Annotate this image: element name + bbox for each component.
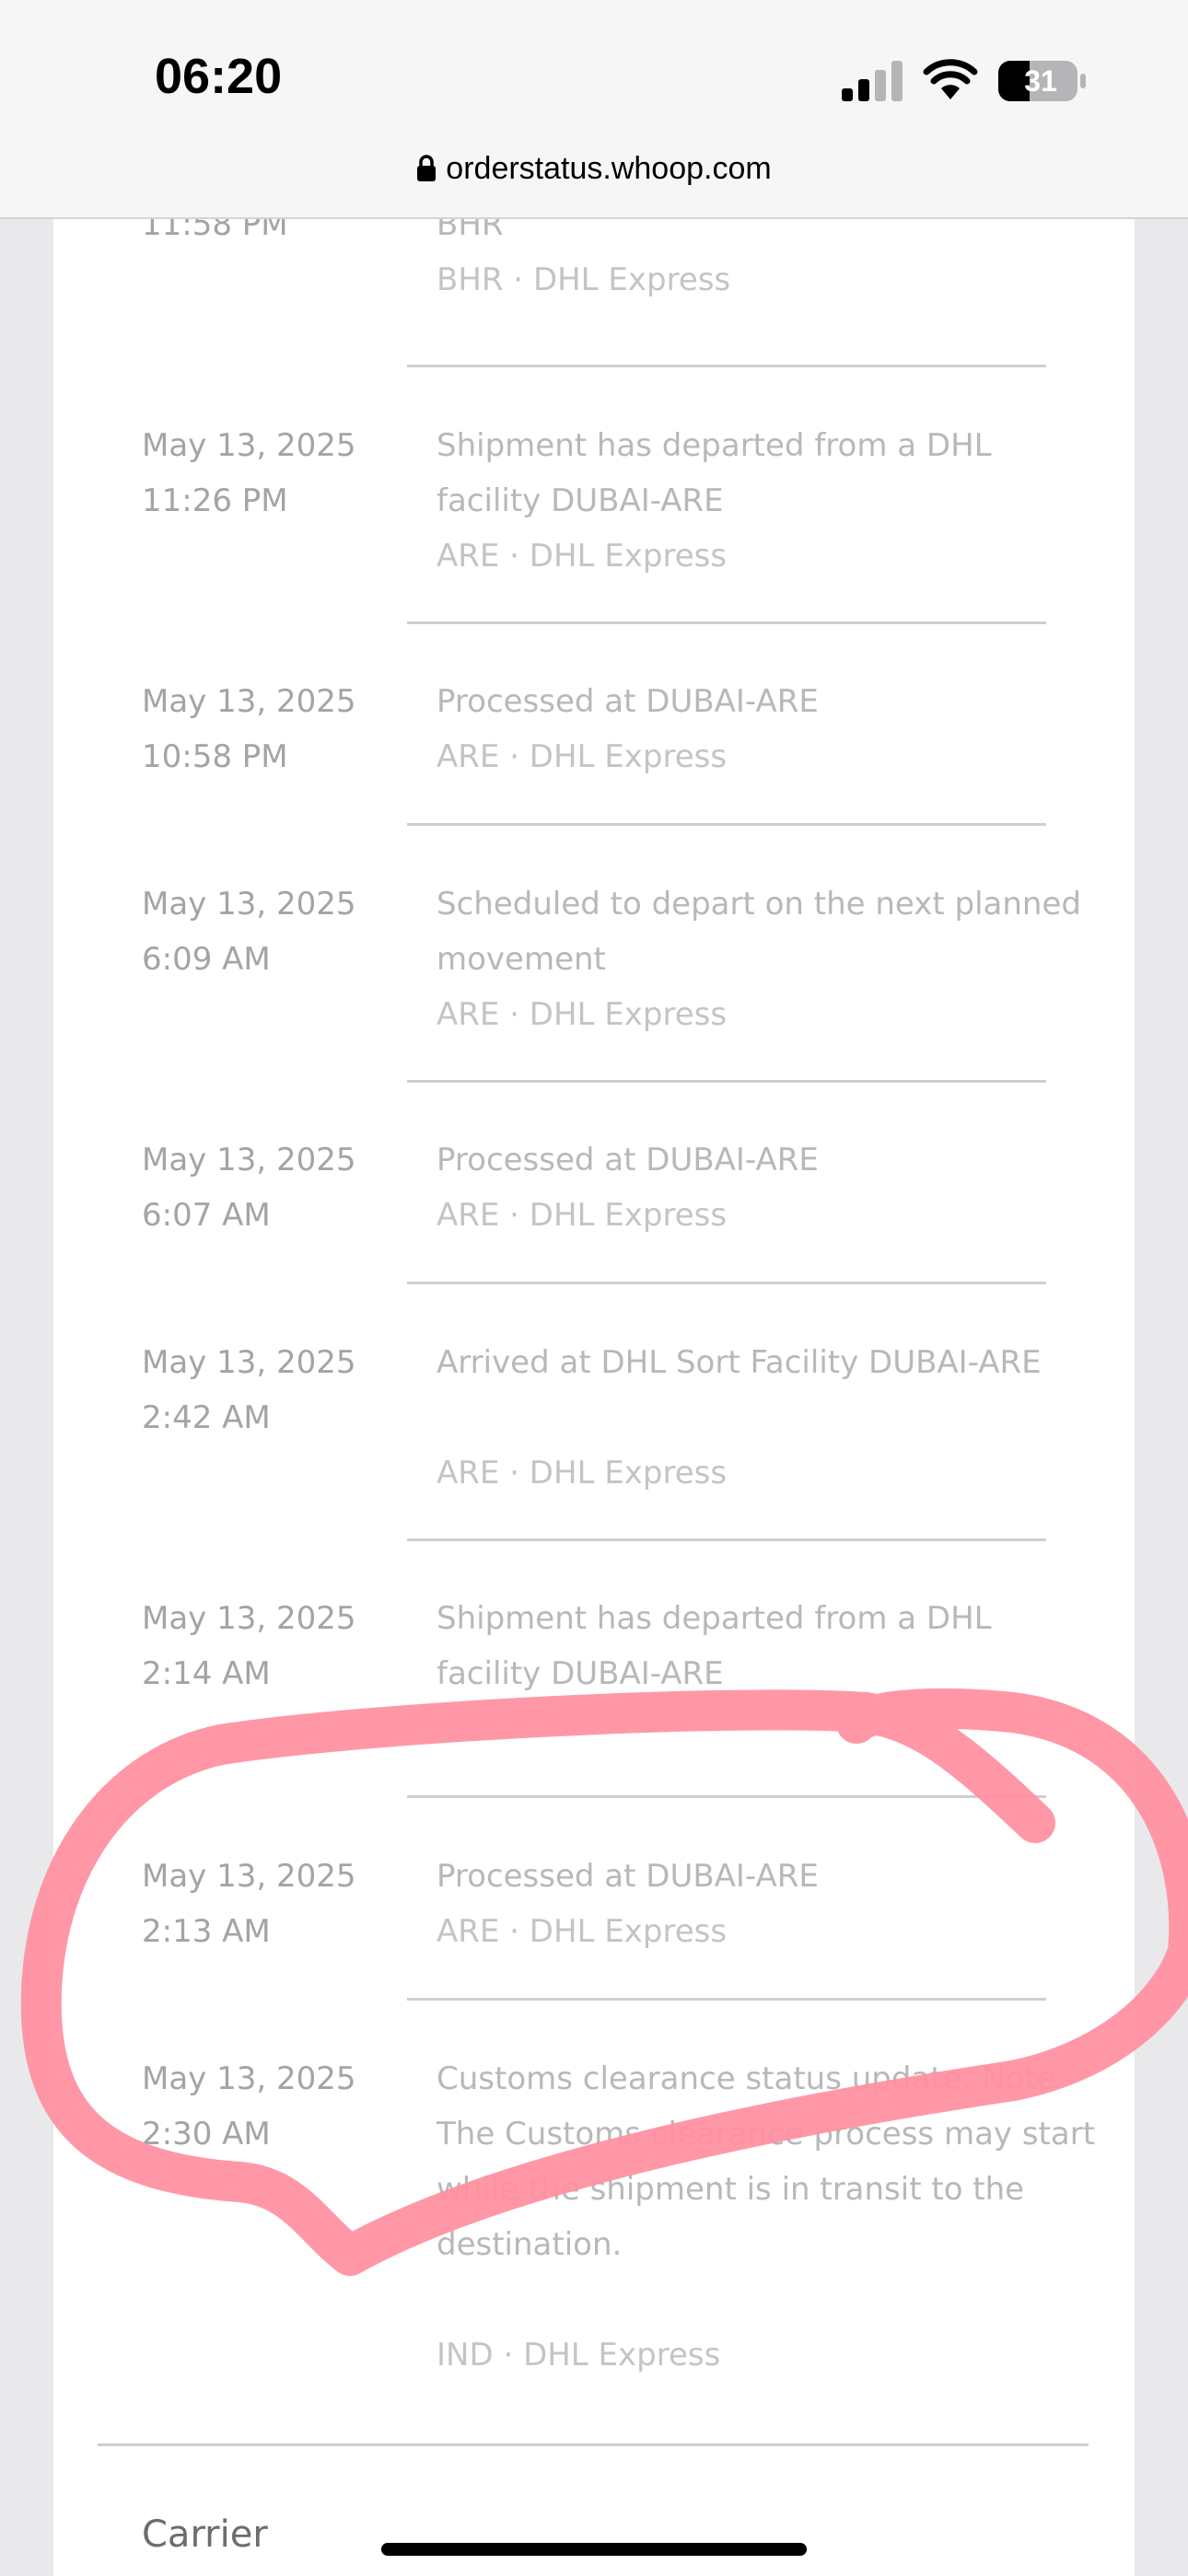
event-time: 2:30 AM (142, 2116, 271, 2152)
cellular-signal-icon (842, 61, 903, 101)
wifi-icon (923, 59, 978, 99)
event-location: ARE · DHL Express (437, 996, 728, 1033)
event-description: Arrived at DHL Sort Facility DUBAI-ARE (437, 1344, 1042, 1381)
event-date: May 13, 2025 (142, 1344, 356, 1381)
divider (407, 621, 1046, 624)
event-date: May 13, 2025 (142, 2060, 356, 2097)
event-location: ARE · DHL Express (437, 538, 728, 574)
event-date: May 13, 2025 (142, 886, 356, 922)
event-location: IND · DHL Express (437, 2337, 721, 2373)
event-date: May 13, 2025 (142, 1142, 356, 1178)
event-time: 6:07 AM (142, 1197, 271, 1234)
section-divider (98, 2443, 1089, 2446)
event-date: May 13, 2025 (142, 427, 356, 464)
browser-status-bar: 06:20 31 orderstatus.whoop.com (0, 0, 1188, 219)
event-description: Customs clearance status update. Note - … (437, 2060, 1096, 2263)
carrier-label: Carrier (142, 2513, 268, 2556)
home-indicator[interactable] (381, 2543, 807, 2556)
event-time: 6:09 AM (142, 941, 271, 978)
event-time: 11:26 PM (142, 482, 288, 519)
event-date: May 13, 2025 (142, 1858, 356, 1895)
address-bar[interactable]: orderstatus.whoop.com (0, 151, 1188, 187)
event-time: 2:42 AM (142, 1399, 271, 1436)
clock: 06:20 (155, 49, 283, 104)
event-description: Processed at DUBAI-ARE (437, 1858, 819, 1895)
url-text: orderstatus.whoop.com (446, 151, 772, 186)
divider (407, 1538, 1046, 1541)
battery-indicator: 31 (996, 59, 1089, 103)
event-time: 2:14 AM (142, 1655, 271, 1692)
event-date: May 13, 2025 (142, 683, 356, 720)
divider (407, 365, 1046, 367)
event-location: ARE · DHL Express (437, 738, 728, 775)
battery-percent: 31 (1024, 64, 1057, 98)
divider (407, 1282, 1046, 1284)
event-location: ARE · DHL Express (437, 1455, 728, 1491)
event-description: Shipment has departed from a DHL facilit… (437, 427, 992, 519)
event-description: Scheduled to depart on the next planned … (437, 886, 1081, 978)
event-date: May 13, 2025 (142, 1600, 356, 1637)
event-description: Processed at DUBAI-ARE (437, 1142, 819, 1178)
event-description: Shipment has departed from a DHL facilit… (437, 1600, 992, 1692)
divider (407, 1795, 1046, 1798)
divider (407, 1080, 1046, 1083)
tracking-card: 11:58 PM BHR BHR · DHL Express May 13, 2… (53, 206, 1135, 2576)
event-location: ARE · DHL Express (437, 1197, 728, 1234)
lock-icon (417, 155, 437, 181)
divider (407, 823, 1046, 826)
event-description: Processed at DUBAI-ARE (437, 683, 819, 720)
event-location: ARE · DHL Express (437, 1913, 728, 1950)
event-time: 10:58 PM (142, 738, 288, 775)
divider (407, 1998, 1046, 2001)
event-time: 2:13 AM (142, 1913, 271, 1950)
event-location: BHR · DHL Express (437, 261, 731, 298)
